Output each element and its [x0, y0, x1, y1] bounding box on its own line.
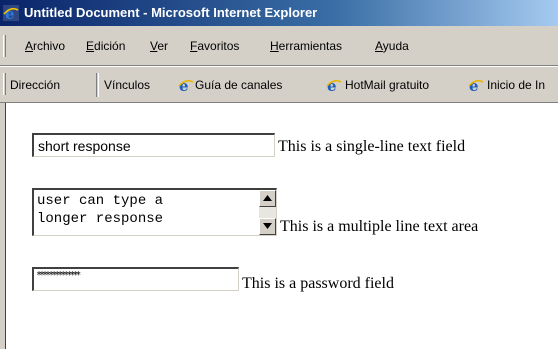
menu-archivo[interactable]: Archivo [25, 39, 65, 53]
text-area-scrollbar[interactable] [259, 190, 276, 235]
svg-text:e: e [5, 5, 15, 21]
document-content: This is a single-line text field This is… [6, 104, 558, 349]
password-field-caption: This is a password field [242, 275, 394, 292]
arrow-up-icon [263, 195, 272, 201]
internet-explorer-icon[interactable]: e [3, 5, 19, 21]
toolbar-grip[interactable] [3, 73, 6, 95]
password-field[interactable]: ************** [32, 267, 239, 291]
text-field-caption: This is a single-line text field [278, 138, 466, 155]
links-bar: Dirección Vínculos e Guía de canales e H… [0, 66, 558, 103]
menu-ayuda[interactable]: Ayuda [375, 39, 409, 53]
menu-edicion[interactable]: Edición [86, 39, 125, 53]
toolbar-grip[interactable] [3, 35, 6, 57]
link-inicio[interactable]: Inicio de In [487, 78, 545, 92]
menu-favoritos[interactable]: Favoritos [190, 39, 239, 53]
menu-bar: Archivo Edición Ver Favoritos Herramient… [0, 27, 558, 66]
internet-explorer-icon: e [326, 77, 342, 93]
scroll-down-button[interactable] [259, 218, 276, 235]
password-masked-value: ************** [36, 270, 81, 281]
window-title: Untitled Document - Microsoft Internet E… [24, 5, 318, 20]
toolbar-separator [96, 73, 99, 97]
text-area-caption: This is a multiple line text area [280, 218, 479, 235]
arrow-down-icon [263, 223, 272, 229]
scroll-up-button[interactable] [259, 190, 276, 207]
link-hotmail[interactable]: HotMail gratuito [345, 78, 429, 92]
menu-herramientas[interactable]: Herramientas [270, 39, 342, 53]
multiline-text-area-container [32, 188, 277, 236]
title-bar[interactable]: e Untitled Document - Microsoft Internet… [0, 0, 558, 27]
links-label[interactable]: Vínculos [104, 78, 150, 92]
menu-ver[interactable]: Ver [150, 39, 168, 53]
single-line-text-field[interactable] [32, 133, 275, 157]
link-guia-canales[interactable]: Guía de canales [195, 78, 282, 92]
internet-explorer-icon: e [178, 77, 194, 93]
address-label[interactable]: Dirección [10, 78, 60, 92]
multiline-text-area[interactable] [34, 190, 257, 235]
internet-explorer-icon: e [468, 77, 484, 93]
